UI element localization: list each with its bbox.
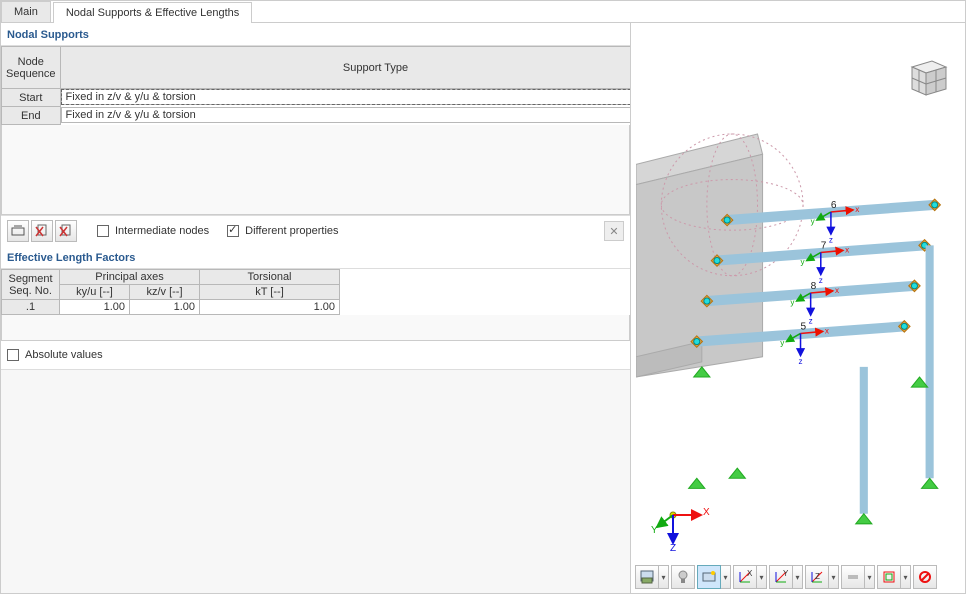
col-torsional: Torsional: [200, 270, 340, 285]
col-segment: Segment Seq. No.: [2, 270, 60, 300]
print-view-dropdown[interactable]: ▾: [659, 565, 669, 589]
axis-z-button[interactable]: Z: [805, 565, 829, 589]
nodal-supports-empty-area: [1, 125, 630, 215]
svg-text:z: z: [799, 357, 803, 366]
svg-text:5: 5: [801, 321, 807, 332]
svg-text:x: x: [855, 205, 859, 214]
ns-row[interactable]: EndFixed in z/v & y/u & torsion16,17,21,…: [2, 107, 632, 125]
section-nodal-supports: Nodal Supports: [1, 23, 630, 46]
model-3d-view[interactable]: 6xyz7xyz8xyz5xyz: [636, 53, 960, 559]
ns-row[interactable]: StartFixed in z/v & y/u & torsion14,15,2…: [2, 89, 632, 107]
section-effective-lengths: Effective Length Factors: [1, 246, 630, 269]
svg-text:Y: Y: [651, 525, 658, 536]
different-properties-checkbox[interactable]: Different properties: [227, 225, 338, 237]
svg-text:x: x: [825, 326, 829, 335]
axis-z-dropdown[interactable]: ▾: [829, 565, 839, 589]
svg-text:X: X: [747, 569, 753, 578]
svg-text:x: x: [845, 245, 849, 254]
render-button[interactable]: [877, 565, 901, 589]
delete-row-button[interactable]: [55, 220, 77, 242]
svg-text:Z: Z: [670, 543, 676, 553]
axis-x-dropdown[interactable]: ▾: [757, 565, 767, 589]
close-panel-button[interactable]: ✕: [604, 221, 624, 241]
svg-text:7: 7: [821, 240, 827, 251]
svg-text:Y: Y: [783, 569, 789, 578]
svg-text:X: X: [703, 507, 710, 518]
render-dropdown[interactable]: ▾: [901, 565, 911, 589]
col-principal: Principal axes: [60, 270, 200, 285]
reset-view-button[interactable]: [913, 565, 937, 589]
show-model-button[interactable]: [697, 565, 721, 589]
support-type-cell[interactable]: Fixed in z/v & y/u & torsion: [61, 89, 631, 105]
axis-y-dropdown[interactable]: ▾: [793, 565, 803, 589]
col-kzv: kz/v [--]: [130, 285, 200, 300]
tab-nodal-supports[interactable]: Nodal Supports & Effective Lengths: [53, 2, 252, 23]
effective-lengths-table: Segment Seq. No. Principal axes Torsiona…: [1, 269, 630, 315]
print-view-button[interactable]: [635, 565, 659, 589]
svg-text:8: 8: [811, 281, 817, 292]
axis-x-button[interactable]: X: [733, 565, 757, 589]
axis-gizmo[interactable]: X Y Z: [651, 493, 711, 553]
intermediate-nodes-checkbox[interactable]: Intermediate nodes: [97, 225, 209, 237]
svg-text:x: x: [835, 286, 839, 295]
display-mode-dropdown[interactable]: ▾: [865, 565, 875, 589]
view-toolbar: ▾ ▾ X ▾ Y ▾ Z ▾ ▾ ▾: [635, 563, 961, 591]
svg-text:Z: Z: [815, 572, 820, 581]
tab-main[interactable]: Main: [1, 1, 51, 22]
col-kyu: ky/u [--]: [60, 285, 130, 300]
svg-text:z: z: [809, 316, 813, 325]
svg-text:z: z: [819, 276, 823, 285]
display-mode-button[interactable]: [841, 565, 865, 589]
absolute-values-checkbox[interactable]: Absolute values: [7, 349, 103, 361]
support-type-cell[interactable]: Fixed in z/v & y/u & torsion: [61, 107, 631, 123]
col-node-sequence: Node Sequence: [2, 47, 61, 89]
copy-row-button[interactable]: [31, 220, 53, 242]
col-kt: kT [--]: [200, 285, 340, 300]
elf-row[interactable]: .11.001.001.00: [2, 300, 631, 315]
elf-empty-area: [1, 315, 630, 341]
set-input-button[interactable]: [7, 220, 29, 242]
nodal-supports-toolbar: Intermediate nodes Different properties …: [1, 215, 630, 246]
show-model-dropdown[interactable]: ▾: [721, 565, 731, 589]
blank-bottom-panel: [1, 369, 630, 593]
nodal-supports-table: Node Sequence Support Type Fixed Restrai…: [1, 46, 631, 125]
col-support-type: Support Type: [60, 47, 631, 89]
axis-y-button[interactable]: Y: [769, 565, 793, 589]
tabs-bar: Main Nodal Supports & Effective Lengths: [1, 1, 965, 23]
svg-text:6: 6: [831, 200, 837, 211]
svg-text:z: z: [829, 235, 833, 244]
show-loads-button[interactable]: [671, 565, 695, 589]
